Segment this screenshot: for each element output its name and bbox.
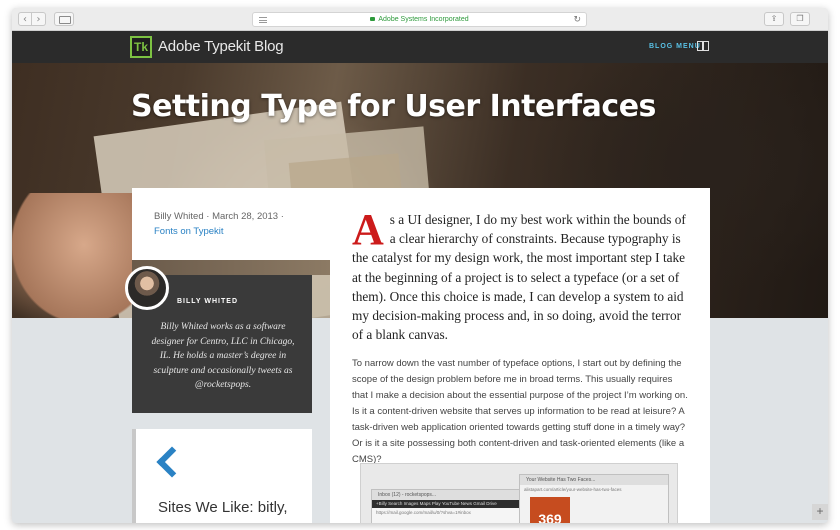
- screenshot-tab-left: Inbox (12) - rocketspops...: [378, 492, 437, 498]
- reload-icon[interactable]: ↻: [573, 13, 581, 27]
- article-title: Setting Type for User Interfaces: [131, 89, 656, 124]
- screenshot-gmail-nav: +Billy Search Images Maps Play YouTube N…: [376, 501, 497, 506]
- article-screenshot: Inbox (12) - rocketspops... +Billy Searc…: [360, 463, 678, 523]
- history-buttons: ‹ ›: [18, 12, 46, 26]
- sites-we-like-card[interactable]: Sites We Like: bitly,: [132, 429, 312, 523]
- screenshot-tab-right: Your Website Has Two Faces...: [526, 477, 596, 483]
- screenshot-url-right: alistapart.com/article/your-website-has-…: [524, 487, 622, 492]
- screenshot-article-window: Your Website Has Two Faces... alistapart…: [519, 474, 669, 523]
- avatar[interactable]: [125, 266, 169, 310]
- blog-header: Tk Adobe Typekit Blog BLOG MENU: [12, 31, 828, 63]
- screenshot-url-left: https://mail.google.com/mail/u/0/?shva=1…: [376, 510, 471, 515]
- new-tab-button[interactable]: +: [812, 504, 828, 520]
- category-link[interactable]: Fonts on Typekit: [154, 224, 308, 239]
- book-icon[interactable]: [697, 41, 709, 51]
- back-button[interactable]: ‹: [18, 12, 32, 26]
- drop-cap: A: [352, 205, 384, 254]
- chevron-left-icon: ‹: [23, 13, 27, 25]
- share-button[interactable]: ⇪: [764, 12, 784, 26]
- address-text: Adobe Systems Incorporated: [378, 16, 469, 23]
- lead-text: s a UI designer, I do my best work withi…: [352, 212, 686, 343]
- browser-window: ‹ › Adobe Systems Incorporated ↻ ⇪ ❐ Tk …: [12, 8, 828, 523]
- tabs-button[interactable]: ❐: [790, 12, 810, 26]
- article-body: As a UI designer, I do my best work with…: [330, 188, 710, 523]
- body-paragraph: To narrow down the vast number of typefa…: [352, 358, 688, 466]
- tabs-icon: ❐: [796, 14, 804, 23]
- sites-we-like-title[interactable]: Sites We Like: bitly,: [158, 499, 288, 516]
- typekit-logo[interactable]: Tk: [130, 36, 152, 58]
- address-bar[interactable]: Adobe Systems Incorporated ↻: [252, 12, 587, 27]
- author-name: BILLY WHITED: [177, 298, 239, 305]
- forward-button[interactable]: ›: [32, 12, 46, 26]
- sidebar-toggle-button[interactable]: [54, 12, 74, 26]
- share-icon: ⇪: [770, 14, 778, 23]
- screenshot-gmail-window: Inbox (12) - rocketspops... +Billy Searc…: [371, 489, 521, 523]
- reader-icon[interactable]: [259, 17, 267, 23]
- chevron-right-icon: ›: [36, 13, 41, 25]
- screenshot-poster: 369: [530, 497, 570, 523]
- article-meta: Billy Whited · March 28, 2013 · Fonts on…: [132, 188, 330, 260]
- browser-toolbar: ‹ › Adobe Systems Incorporated ↻ ⇪ ❐: [12, 8, 828, 31]
- byline: Billy Whited · March 28, 2013 ·: [154, 211, 284, 222]
- lock-icon: [370, 17, 376, 21]
- author-bio: Billy Whited works as a software designe…: [151, 322, 295, 390]
- lead-paragraph: As a UI designer, I do my best work with…: [352, 205, 688, 344]
- hero-hand: [12, 193, 132, 318]
- chevron-left-icon[interactable]: [156, 446, 188, 478]
- blog-title[interactable]: Adobe Typekit Blog: [158, 38, 284, 55]
- blog-menu-button[interactable]: BLOG MENU: [649, 43, 701, 50]
